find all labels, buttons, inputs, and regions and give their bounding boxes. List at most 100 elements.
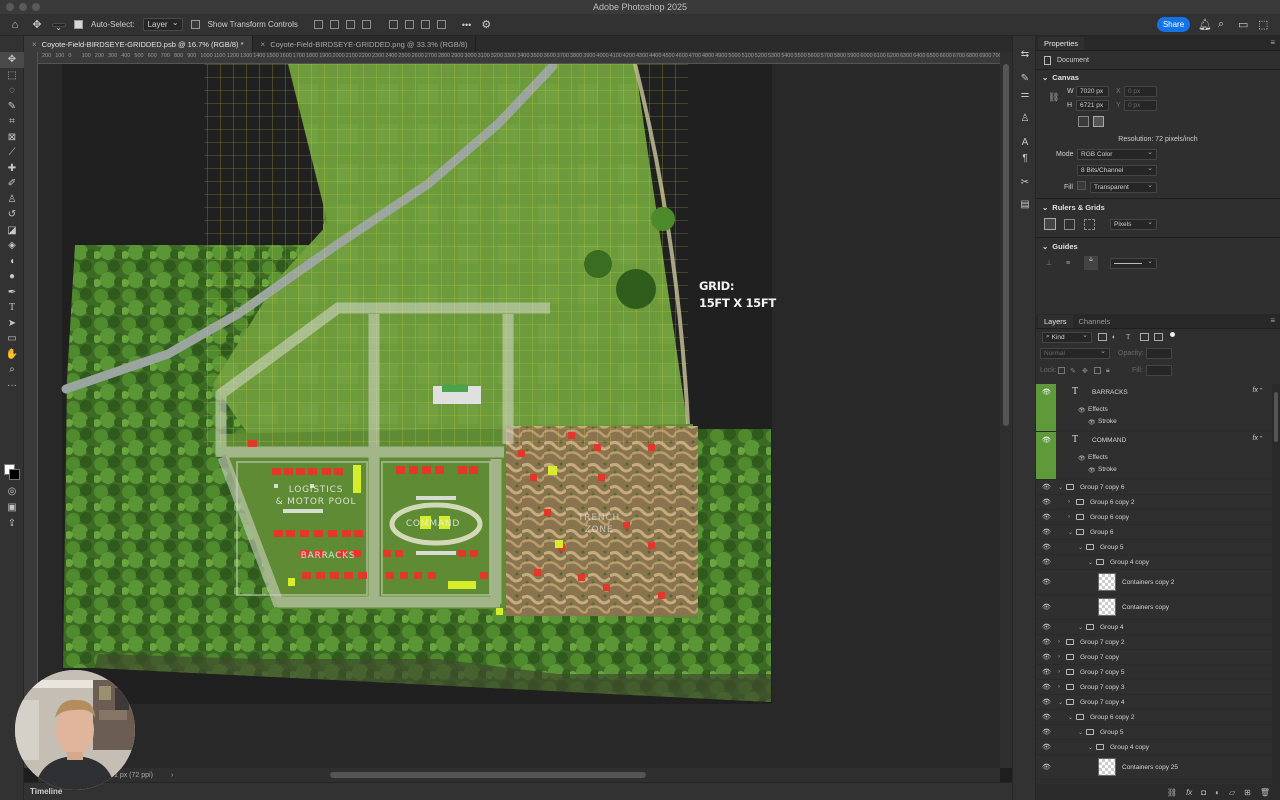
tab-channels[interactable]: Channels: [1073, 315, 1117, 328]
close-window-button[interactable]: [6, 3, 14, 11]
guide-distribute-icon[interactable]: ≡: [1066, 260, 1070, 267]
minimize-window-button[interactable]: [19, 3, 27, 11]
visibility-eye-icon[interactable]: 👁︎: [1042, 513, 1051, 521]
chevron-down-icon[interactable]: ⌄: [1068, 714, 1073, 721]
align-left-icon[interactable]: [313, 20, 323, 29]
lock-all-icon[interactable]: 🔒︎: [1106, 367, 1110, 375]
layer-group[interactable]: 👁︎ ⌄ Group 5: [1036, 725, 1272, 740]
stroke-eye-icon[interactable]: 👁︎: [1088, 419, 1096, 426]
lock-artboard-icon[interactable]: [1094, 367, 1101, 374]
share-button[interactable]: Share: [1157, 17, 1190, 32]
clone-stamp-tool-icon[interactable]: ♙: [0, 192, 24, 208]
canvas-area[interactable]: GRID: 15FT X 15FT LOGISTICS & MOTOR POOL…: [38, 64, 1000, 768]
layer-name[interactable]: Group 7 copy 6: [1080, 484, 1124, 491]
chevron-right-icon[interactable]: ›: [1068, 499, 1070, 505]
align-vcenter-icon[interactable]: [404, 20, 414, 29]
effects-eye-icon[interactable]: 👁︎: [1078, 455, 1086, 462]
visibility-eye-icon[interactable]: 👁︎: [1042, 668, 1051, 676]
layer-group[interactable]: 👁︎ › Group 7 copy: [1036, 650, 1272, 665]
layer-name[interactable]: Group 7 copy 5: [1080, 669, 1124, 676]
search-icon[interactable]: ⌕: [1218, 18, 1224, 31]
layer-group[interactable]: 👁︎ ⌄ Group 5: [1036, 540, 1272, 555]
chevron-down-icon[interactable]: ⌄: [1042, 242, 1048, 251]
history-brush-tool-icon[interactable]: ↺: [0, 207, 24, 223]
arrange-icon[interactable]: ⬚: [1258, 18, 1268, 31]
background-color-swatch[interactable]: [9, 469, 20, 480]
layers-scrollbar[interactable]: [1272, 384, 1280, 784]
close-tab-icon[interactable]: ×: [261, 40, 266, 49]
auto-select-dropdown[interactable]: Layer: [142, 18, 183, 31]
tab-properties[interactable]: Properties: [1038, 37, 1085, 50]
add-mask-icon[interactable]: ◘: [1201, 788, 1206, 797]
tab-png-document[interactable]: × Coyote-Field-BIRDSEYE-GRIDDED.png @ 33…: [253, 36, 477, 52]
window-controls[interactable]: [6, 3, 40, 11]
visibility-eye-icon[interactable]: 👁︎: [1042, 558, 1051, 566]
visibility-eye-icon[interactable]: 👁︎: [1042, 698, 1051, 706]
align-hcenter-icon[interactable]: [329, 20, 339, 29]
chevron-down-icon[interactable]: ⌄: [1078, 624, 1083, 631]
effects-eye-icon[interactable]: 👁︎: [1078, 407, 1086, 414]
landscape-icon[interactable]: [1093, 116, 1104, 127]
layer-name[interactable]: Group 4 copy: [1110, 559, 1149, 566]
guide-lock-icon[interactable]: ⫝: [1084, 256, 1098, 270]
layer-group[interactable]: 👁︎ ⌄ Group 4 copy: [1036, 740, 1272, 755]
units-dropdown[interactable]: Pixels: [1110, 218, 1157, 230]
link-layers-icon[interactable]: ⛓: [1167, 788, 1177, 797]
visibility-eye-icon[interactable]: 👁︎: [1042, 623, 1051, 631]
filter-adjustment-icon[interactable]: ◐: [1112, 334, 1116, 341]
layer-group[interactable]: 👁︎ ⌄ Group 4: [1036, 620, 1272, 635]
chevron-right-icon[interactable]: ›: [1058, 684, 1060, 690]
pen-tool-icon[interactable]: ✒: [0, 285, 24, 301]
layer-name[interactable]: BARRACKS: [1092, 389, 1128, 396]
layer-name[interactable]: Group 6 copy 2: [1090, 499, 1134, 506]
distribute-v-icon[interactable]: [436, 20, 446, 29]
rulers-grids-section-title[interactable]: ⌄ Rulers & Grids: [1036, 199, 1280, 215]
filter-type-icon[interactable]: T: [1126, 333, 1130, 341]
close-tab-icon[interactable]: ×: [32, 40, 37, 49]
marquee-tool-icon[interactable]: ⬚: [0, 68, 24, 84]
timeline-panel-tab[interactable]: Timeline: [24, 782, 1012, 800]
mode-dropdown[interactable]: RGB Color: [1077, 148, 1157, 160]
chevron-right-icon[interactable]: ›: [1058, 654, 1060, 660]
new-layer-icon[interactable]: ⊞: [1244, 788, 1251, 797]
guides-section-title[interactable]: ⌄ Guides: [1036, 238, 1280, 254]
blend-mode-dropdown[interactable]: Normal: [1040, 347, 1110, 359]
bell-icon[interactable]: 🔔︎: [1198, 18, 1212, 31]
visibility-eye-icon[interactable]: 👁︎: [1042, 483, 1051, 491]
pixel-grid-toggle-icon[interactable]: [1084, 218, 1095, 230]
fill-dropdown[interactable]: Transparent: [1090, 181, 1157, 193]
eraser-tool-icon[interactable]: ◪: [0, 223, 24, 239]
layer-group[interactable]: 👁︎ › Group 6 copy: [1036, 510, 1272, 525]
chevron-down-icon[interactable]: ⌄: [1078, 729, 1083, 736]
layer-group[interactable]: 👁︎ ⌄ Group 6: [1036, 525, 1272, 540]
guide-style-dropdown[interactable]: [1110, 257, 1157, 269]
character-panel-icon[interactable]: A: [1013, 134, 1037, 150]
vertical-ruler[interactable]: [24, 52, 38, 768]
hand-tool-icon[interactable]: ✋: [0, 347, 24, 363]
frame-tool-icon[interactable]: ⊠: [0, 130, 24, 146]
tools-panel-icon[interactable]: ✂: [1013, 174, 1037, 190]
visibility-eye-icon[interactable]: 👁︎: [1042, 603, 1051, 611]
new-group-icon[interactable]: ▱: [1229, 788, 1235, 797]
layer-group[interactable]: 👁︎ ⌄ Group 6 copy 2: [1036, 710, 1272, 725]
share-tool-icon[interactable]: ⇪: [0, 516, 24, 532]
aerial-map-image[interactable]: [38, 64, 1000, 768]
chevron-down-icon[interactable]: ⌄: [1042, 203, 1048, 212]
layer-name[interactable]: Group 4 copy: [1110, 744, 1149, 751]
layer-group[interactable]: 👁︎ ⌄ Group 7 copy 6: [1036, 480, 1272, 495]
chevron-down-icon[interactable]: ⌄: [1068, 529, 1073, 536]
layer-name[interactable]: Containers copy: [1122, 604, 1169, 611]
paragraph-panel-icon[interactable]: ¶: [1013, 150, 1037, 166]
layer-name[interactable]: Group 5: [1100, 729, 1124, 736]
dodge-tool-icon[interactable]: ●: [0, 269, 24, 285]
visibility-eye-icon[interactable]: 👁︎: [1042, 638, 1051, 646]
canvas-vertical-scrollbar[interactable]: [1000, 52, 1012, 768]
layer-name[interactable]: COMMAND: [1092, 437, 1126, 444]
layer-name[interactable]: Group 6 copy: [1090, 514, 1129, 521]
stroke-eye-icon[interactable]: 👁︎: [1088, 467, 1096, 474]
more-tools-icon[interactable]: ···: [0, 378, 24, 394]
visibility-eye-icon[interactable]: 👁︎: [1042, 543, 1051, 551]
move-tool-icon[interactable]: ✥: [30, 18, 44, 32]
distribute-h-icon[interactable]: [361, 20, 371, 29]
visibility-eye-icon[interactable]: 👁︎: [1042, 683, 1051, 691]
